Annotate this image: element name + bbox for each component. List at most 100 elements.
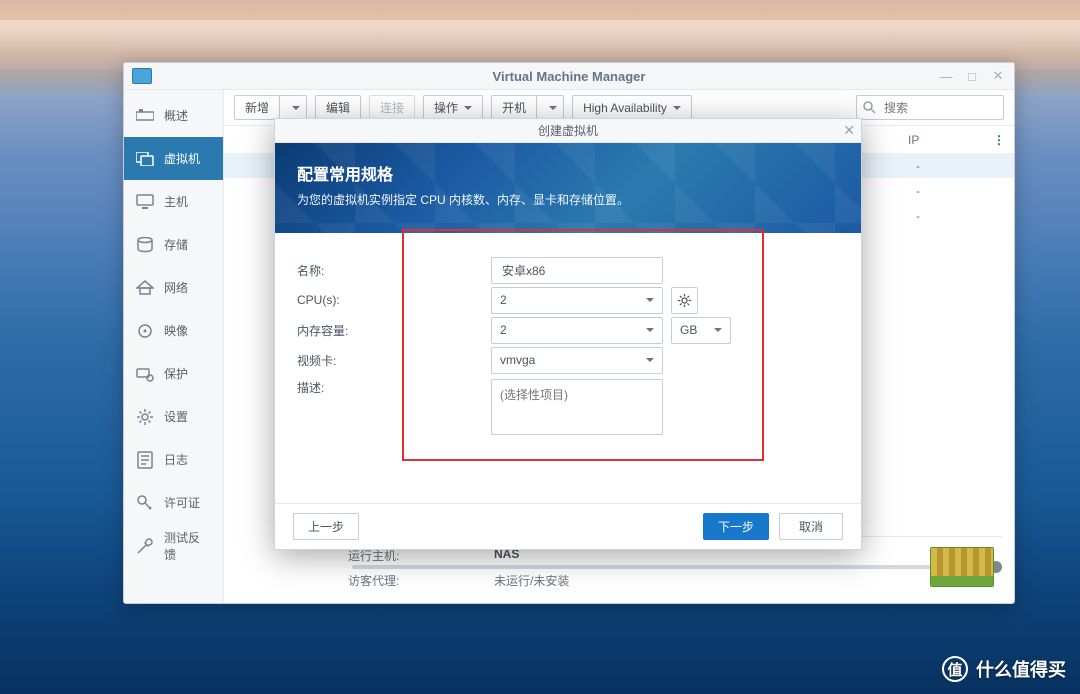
button-label: 编辑 xyxy=(326,99,350,116)
sidebar-item-label: 网络 xyxy=(164,279,188,296)
button-label: High Availability xyxy=(583,101,667,115)
vm-icon xyxy=(136,150,154,168)
network-icon xyxy=(136,279,154,297)
operate-button[interactable]: 操作 xyxy=(423,95,483,120)
sidebar-item-label: 测试反馈 xyxy=(164,529,211,563)
titlebar: Virtual Machine Manager — □ ✕ xyxy=(124,63,1014,90)
video-label: 视频卡: xyxy=(297,352,491,369)
sidebar-item-label: 主机 xyxy=(164,193,188,210)
vm-thumbnail xyxy=(930,547,994,587)
image-icon xyxy=(136,322,154,340)
button-label: 下一步 xyxy=(718,518,754,535)
dialog-body: 名称: CPU(s): 2 内存容量: 2 GB xyxy=(275,233,861,503)
name-input[interactable] xyxy=(500,262,654,278)
button-label: 上一步 xyxy=(308,518,344,535)
select-value: 2 xyxy=(500,293,507,307)
prev-button[interactable]: 上一步 xyxy=(293,513,359,540)
cell-ip: - xyxy=(916,159,1014,173)
cell-ip: - xyxy=(916,209,1014,223)
host-icon xyxy=(136,193,154,211)
sidebar-item-storage[interactable]: 存储 xyxy=(124,223,223,266)
desc-textarea[interactable] xyxy=(491,379,663,435)
watermark-icon: 值 xyxy=(942,656,968,682)
banner-title: 配置常用规格 xyxy=(297,161,839,185)
sidebar-item-license[interactable]: 许可证 xyxy=(124,481,223,524)
memory-unit-select[interactable]: GB xyxy=(671,317,731,344)
sidebar-item-vm[interactable]: 虚拟机 xyxy=(124,137,223,180)
button-label: 开机 xyxy=(492,96,537,119)
caret-down-icon xyxy=(464,106,472,110)
search-icon xyxy=(863,101,876,114)
caret-down-icon xyxy=(714,328,722,332)
columns-more-button[interactable]: ⋮ xyxy=(990,133,1008,147)
search-input[interactable] xyxy=(882,100,997,116)
log-icon xyxy=(136,451,154,469)
memory-select[interactable]: 2 xyxy=(491,317,663,344)
dialog-close-button[interactable]: ✕ xyxy=(843,122,855,139)
caret-down-icon[interactable] xyxy=(543,96,563,119)
new-button[interactable]: 新增 xyxy=(234,95,307,120)
banner-desc: 为您的虚拟机实例指定 CPU 内核数、内存、显卡和存储位置。 xyxy=(297,191,839,208)
watermark: 值 什么值得买 xyxy=(942,656,1066,682)
sidebar-item-protect[interactable]: 保护 xyxy=(124,352,223,395)
memory-label: 内存容量: xyxy=(297,322,491,339)
sidebar-item-image[interactable]: 映像 xyxy=(124,309,223,352)
search-box[interactable] xyxy=(856,95,1004,120)
button-label: 操作 xyxy=(434,99,458,116)
connect-button: 连接 xyxy=(369,95,415,120)
sidebar-item-overview[interactable]: 概述 xyxy=(124,94,223,137)
button-label: 连接 xyxy=(380,99,404,116)
ha-button[interactable]: High Availability xyxy=(572,95,692,120)
column-ip[interactable]: IP xyxy=(900,133,990,147)
sidebar-item-label: 概述 xyxy=(164,107,188,124)
sidebar-item-label: 存储 xyxy=(164,236,188,253)
key-icon xyxy=(136,494,154,512)
cpu-select[interactable]: 2 xyxy=(491,287,663,314)
caret-down-icon xyxy=(673,106,681,110)
power-button[interactable]: 开机 xyxy=(491,95,564,120)
value: 未运行/未安装 xyxy=(494,572,569,589)
edit-button[interactable]: 编辑 xyxy=(315,95,361,120)
cpu-settings-button[interactable] xyxy=(671,287,698,314)
sidebar-item-network[interactable]: 网络 xyxy=(124,266,223,309)
protect-icon xyxy=(136,365,154,383)
sidebar-item-label: 设置 xyxy=(164,408,188,425)
dialog-titlebar: 创建虚拟机 ✕ xyxy=(275,119,861,143)
sidebar: 概述 虚拟机 主机 存储 网络 映像 xyxy=(124,90,224,603)
window-maximize-button[interactable]: □ xyxy=(960,66,984,86)
storage-icon xyxy=(136,236,154,254)
caret-down-icon xyxy=(646,328,654,332)
dialog-banner: 配置常用规格 为您的虚拟机实例指定 CPU 内核数、内存、显卡和存储位置。 xyxy=(275,143,861,233)
select-value: GB xyxy=(680,323,697,337)
window-close-button[interactable]: ✕ xyxy=(986,66,1010,86)
caret-down-icon xyxy=(646,298,654,302)
select-value: 2 xyxy=(500,323,507,337)
desc-label: 描述: xyxy=(297,379,491,396)
sidebar-item-settings[interactable]: 设置 xyxy=(124,395,223,438)
label: 访客代理: xyxy=(348,572,494,589)
sidebar-item-log[interactable]: 日志 xyxy=(124,438,223,481)
gear-icon xyxy=(136,408,154,426)
sidebar-item-host[interactable]: 主机 xyxy=(124,180,223,223)
sidebar-item-feedback[interactable]: 测试反馈 xyxy=(124,524,223,567)
button-label: 取消 xyxy=(799,518,823,535)
overview-icon xyxy=(136,107,154,125)
sidebar-item-label: 虚拟机 xyxy=(164,150,200,167)
watermark-text: 什么值得买 xyxy=(976,656,1066,682)
wrench-icon xyxy=(136,537,154,555)
cell-ip: - xyxy=(916,184,1014,198)
sidebar-item-label: 日志 xyxy=(164,451,188,468)
sidebar-item-label: 映像 xyxy=(164,322,188,339)
name-label: 名称: xyxy=(297,262,491,279)
cpu-label: CPU(s): xyxy=(297,293,491,307)
button-label: 新增 xyxy=(235,96,280,119)
select-value: vmvga xyxy=(500,353,535,367)
video-select[interactable]: vmvga xyxy=(491,347,663,374)
sidebar-item-label: 许可证 xyxy=(164,494,200,511)
caret-down-icon[interactable] xyxy=(286,96,306,119)
dialog-title: 创建虚拟机 xyxy=(538,122,598,139)
cancel-button[interactable]: 取消 xyxy=(779,513,843,540)
window-minimize-button[interactable]: — xyxy=(934,66,958,86)
next-button[interactable]: 下一步 xyxy=(703,513,769,540)
caret-down-icon xyxy=(646,358,654,362)
